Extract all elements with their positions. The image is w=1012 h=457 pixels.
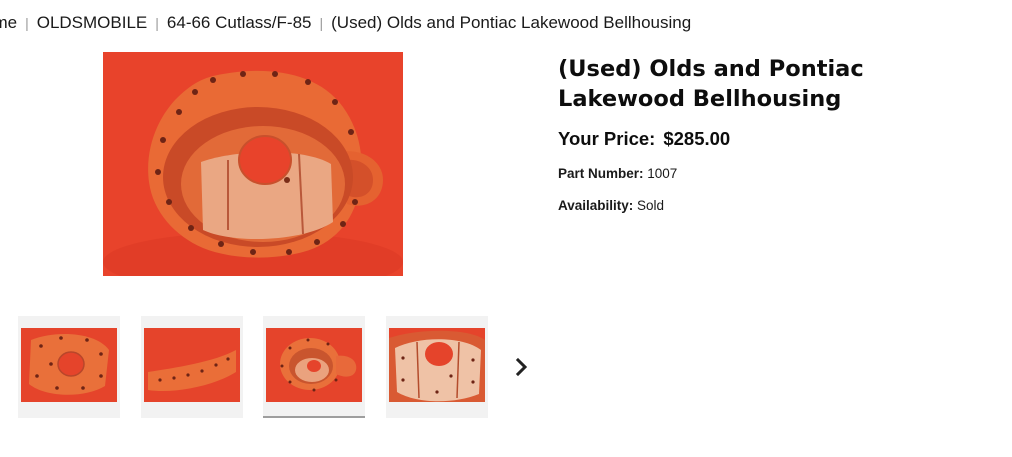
bellhousing-inside-photo	[388, 328, 485, 402]
product-info: (Used) Olds and Pontiac Lakewood Bellhou…	[558, 54, 998, 213]
product-page: ome | OLDSMOBILE | 64-66 Cutlass/F-85 | …	[0, 0, 1012, 457]
availability: Availability: Sold	[558, 198, 998, 213]
bellhousing-top-photo	[266, 328, 362, 402]
breadcrumb-separator: |	[319, 15, 324, 31]
part-number: Part Number: 1007	[558, 166, 998, 181]
bellhousing-side-photo	[143, 328, 240, 402]
price-value: $285.00	[663, 128, 731, 149]
price-label: Your Price:	[558, 128, 656, 149]
product-title: (Used) Olds and Pontiac Lakewood Bellhou…	[558, 56, 864, 112]
thumbnail-2[interactable]	[140, 316, 243, 418]
thumbnail-strip	[18, 316, 508, 418]
breadcrumb-separator: |	[25, 15, 29, 31]
thumbnail-3[interactable]	[263, 316, 365, 418]
main-product-image[interactable]	[103, 52, 403, 276]
availability-label: Availability:	[558, 198, 634, 213]
thumbnail-4[interactable]	[385, 316, 488, 418]
availability-value: Sold	[637, 198, 665, 213]
breadcrumb: ome | OLDSMOBILE | 64-66 Cutlass/F-85 | …	[0, 12, 691, 34]
breadcrumb-separator: |	[155, 15, 159, 31]
chevron-right-icon[interactable]	[513, 356, 531, 378]
breadcrumb-current: (Used) Olds and Pontiac Lakewood Bellhou…	[331, 13, 692, 32]
price-row: Your Price: $285.00	[558, 128, 998, 150]
thumbnail-1[interactable]	[18, 316, 120, 418]
part-number-value: 1007	[647, 166, 678, 181]
bellhousing-front-photo	[21, 328, 117, 402]
breadcrumb-oldsmobile[interactable]: OLDSMOBILE	[37, 13, 148, 33]
breadcrumb-home[interactable]: ome	[0, 13, 17, 33]
breadcrumb-cutlass[interactable]: 64-66 Cutlass/F-85	[167, 13, 312, 33]
bellhousing-photo	[103, 52, 403, 276]
part-number-label: Part Number:	[558, 166, 644, 181]
